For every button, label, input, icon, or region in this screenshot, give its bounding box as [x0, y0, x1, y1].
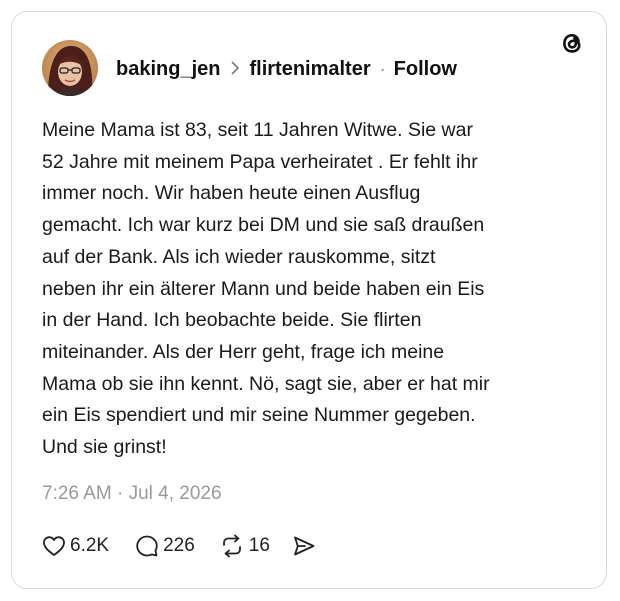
action-bar: 6.2K 226 16: [42, 532, 316, 560]
chevron-right-icon: [230, 58, 240, 81]
post-timestamp[interactable]: 7:26 AM · Jul 4, 2026: [42, 483, 222, 505]
reply-to-username[interactable]: flirtenimalter: [249, 58, 370, 81]
post-text-line: auf der Bank. Als ich wieder rauskomme, …: [42, 245, 436, 268]
post-text-line: ein Eis spendiert und mir seine Nummer g…: [42, 404, 476, 427]
repost-count: 16: [248, 535, 270, 556]
speech-bubble-icon: [135, 534, 159, 558]
follow-button[interactable]: Follow: [394, 58, 457, 81]
heart-icon: [42, 535, 66, 557]
share-button[interactable]: [292, 534, 316, 558]
reply-count: 226: [163, 535, 195, 556]
send-icon: [292, 534, 316, 558]
avatar[interactable]: [42, 40, 98, 96]
post-text-line: immer noch. Wir haben heute einen Ausflu…: [42, 182, 421, 205]
like-count: 6.2K: [70, 535, 110, 556]
post-text-line: Und sie grinst!: [42, 436, 167, 459]
post-text-line: Meine Mama ist 83, seit 11 Jahren Witwe.…: [42, 119, 473, 141]
post-header: baking_jen flirtenimalter · Follow: [116, 56, 457, 82]
post-text-line: in der Hand. Ich beobachte beide. Sie fl…: [42, 309, 422, 332]
author-username[interactable]: baking_jen: [116, 58, 220, 81]
post-text-line: gemacht. Ich war kurz bei DM und sie saß…: [42, 214, 485, 237]
like-button[interactable]: 6.2K: [42, 535, 109, 557]
repost-icon: [219, 534, 245, 558]
post-text-line: Mama ob sie ihn kennt. Nö, sagt sie, abe…: [42, 372, 490, 395]
repost-button[interactable]: 16: [219, 534, 270, 558]
post-text-line: 52 Jahre mit meinem Papa verheiratet . E…: [42, 150, 478, 173]
reply-button[interactable]: 226: [135, 534, 195, 558]
post-text-line: neben ihr ein älterer Mann und beide hab…: [42, 277, 485, 300]
separator-dot: ·: [379, 58, 386, 79]
threads-logo-icon[interactable]: [558, 29, 586, 57]
post-body: Meine Mama ist 83, seit 11 Jahren Witwe.…: [42, 115, 582, 464]
post-text-line: miteinander. Als der Herr geht, frage ic…: [42, 340, 445, 363]
